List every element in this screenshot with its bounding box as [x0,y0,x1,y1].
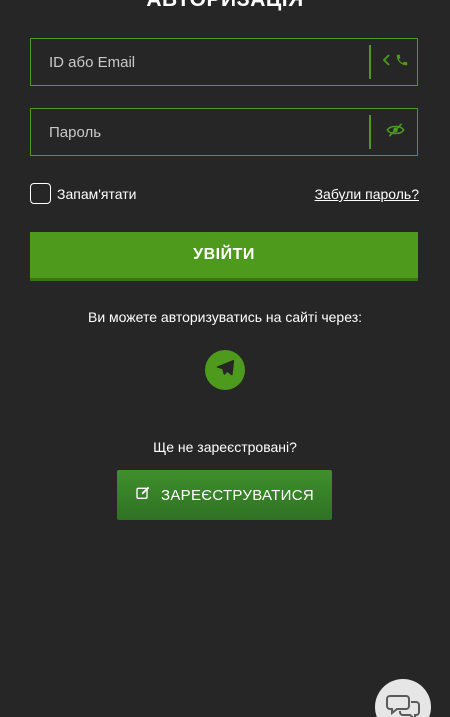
remember-me[interactable]: Запам'ятати [30,183,136,204]
login-method-toggle[interactable] [373,39,417,85]
telegram-icon [215,358,235,383]
password-field[interactable] [30,108,418,156]
login-field[interactable] [30,38,418,86]
page-title: АВТОРИЗАЦІЯ [0,0,450,12]
chat-widget-button[interactable] [375,679,431,717]
field-divider [369,115,371,149]
password-visibility-toggle[interactable] [373,109,417,155]
register-button[interactable]: ЗАРЕЄСТРУВАТИСЯ [117,470,332,520]
login-page: АВТОРИЗАЦІЯ Запам'ятат [0,0,450,717]
remember-checkbox[interactable] [30,183,51,204]
remember-label: Запам'ятати [57,185,137,202]
eye-slash-icon [385,122,405,142]
chat-bubbles-icon [386,693,420,717]
register-button-label: ЗАРЕЄСТРУВАТИСЯ [160,486,314,504]
telegram-login-button[interactable] [205,350,245,390]
forgot-password-link[interactable]: Забули пароль? [315,186,419,202]
phone-icon [395,53,409,72]
social-login-text: Ви можете авторизуватись на сайті через: [88,309,362,325]
edit-icon [135,485,151,505]
chevron-left-icon [382,53,391,71]
field-divider [369,45,371,79]
login-button[interactable]: УВІЙТИ [30,232,418,281]
not-registered-text: Ще не зареєстровані? [153,439,297,455]
login-input[interactable] [31,39,379,85]
password-input[interactable] [31,109,379,155]
